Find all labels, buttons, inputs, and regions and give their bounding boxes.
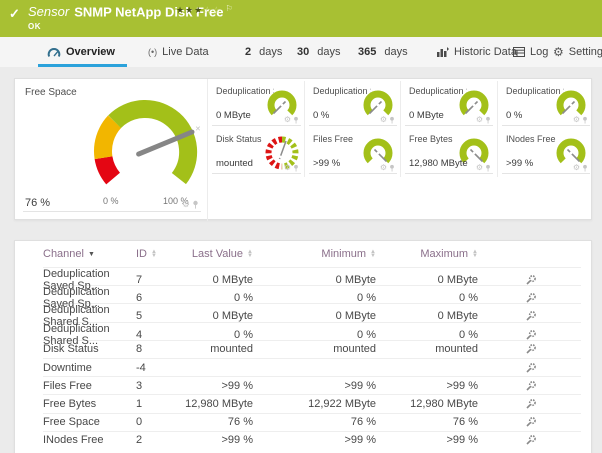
wrench-icon[interactable]: [525, 329, 537, 341]
column-header-channel[interactable]: Channel ▼: [43, 248, 136, 260]
pin-icon[interactable]: [389, 164, 395, 172]
gauge-settings-gear-icon[interactable]: ⚙: [573, 164, 580, 172]
table-row: Disk Status8 mountedmounted mounted: [43, 340, 581, 358]
log-table-icon: [513, 47, 525, 57]
mini-gauge-inodes-free[interactable]: INodes Free >99 % ⚙: [497, 129, 593, 177]
pin-icon[interactable]: [389, 116, 395, 124]
mini-gauge-disk-status[interactable]: Disk Status mounted ⚙: [208, 129, 304, 177]
gauge-current-value: 76 %: [25, 197, 50, 209]
table-row: Deduplication Saved Sp...7 0 MByte0 MByt…: [43, 267, 581, 285]
column-header-id[interactable]: ID ▲▼: [136, 248, 175, 260]
status-badge: OK: [28, 22, 41, 31]
table-row: Files Free3 >99 %>99 % >99 %: [43, 376, 581, 394]
pin-icon[interactable]: [485, 164, 491, 172]
table-row: Free Bytes1 12,980 MByte12,922 MByte 12,…: [43, 394, 581, 412]
divider: [23, 211, 201, 212]
column-header-last-value[interactable]: Last Value ▲▼: [175, 248, 253, 260]
tab-log[interactable]: Log: [513, 37, 548, 67]
table-row: Downtime-4: [43, 358, 581, 376]
mini-gauges-grid: Deduplication Saved S... 0 MByte ⚙ Dedup…: [208, 79, 593, 221]
mini-gauge-dedup-saved-pct[interactable]: Deduplication Saved S... 0 % ⚙: [304, 81, 400, 129]
pin-icon[interactable]: [293, 116, 299, 124]
gauge-scale-min: 0 %: [103, 196, 119, 206]
pin-icon[interactable]: [192, 200, 199, 209]
pin-icon[interactable]: [582, 116, 588, 124]
tab-2-days[interactable]: 2days: [245, 37, 282, 67]
tab-365-days[interactable]: 365days: [358, 37, 408, 67]
column-header-minimum[interactable]: Minimum ▲▼: [253, 248, 376, 260]
gauge-settings-gear-icon[interactable]: ⚙: [476, 164, 483, 172]
svg-text:✕: ✕: [195, 126, 201, 133]
column-header-maximum[interactable]: Maximum ▲▼: [376, 248, 478, 260]
sort-desc-icon: ▼: [88, 251, 95, 258]
live-broadcast-icon: (•): [148, 47, 157, 57]
sensor-header: ✓ SensorSNMP NetApp Disk Free⚐ ★★★☆☆ OK: [0, 0, 602, 37]
pin-icon[interactable]: [293, 164, 299, 172]
bar-chart-icon: [437, 47, 449, 57]
wrench-icon[interactable]: [525, 416, 537, 428]
mini-gauge-dedup-shared-bytes[interactable]: Deduplication Shared ... 0 MByte ⚙: [400, 81, 496, 129]
sort-icon: ▲▼: [472, 250, 478, 258]
wrench-icon[interactable]: [525, 380, 537, 392]
table-row: Deduplication Shared S...5 0 MByte0 MByt…: [43, 303, 581, 321]
wrench-icon[interactable]: [525, 434, 537, 446]
gauge-settings-gear-icon[interactable]: ⚙: [380, 116, 387, 124]
pin-icon[interactable]: [582, 164, 588, 172]
wrench-icon[interactable]: [525, 398, 537, 410]
tab-bar: Overview (•) Live Data 2days 30days 365d…: [0, 37, 602, 67]
gauge-settings-gear-icon[interactable]: ⚙: [380, 164, 387, 172]
mini-gauge-files-free[interactable]: Files Free >99 % ⚙: [304, 129, 400, 177]
sensor-kind-label: Sensor: [28, 4, 69, 19]
flag-icon: ⚐: [226, 4, 233, 13]
gauge-icon: [47, 47, 61, 58]
free-space-gauge-cell[interactable]: Free Space ✕ 76 % 0 % 100 % ⚙: [15, 79, 208, 221]
gauge-settings-gear-icon[interactable]: ⚙: [182, 200, 190, 209]
prtg-sensor-page: ✓ SensorSNMP NetApp Disk Free⚐ ★★★☆☆ OK …: [0, 0, 602, 453]
tab-settings[interactable]: ⚙ Settings: [553, 37, 602, 67]
pin-icon[interactable]: [485, 116, 491, 124]
table-row: INodes Free2 >99 %>99 % >99 %: [43, 431, 581, 449]
gauge-settings-gear-icon[interactable]: ⚙: [573, 116, 580, 124]
mini-gauge-dedup-saved-bytes[interactable]: Deduplication Saved S... 0 MByte ⚙: [208, 81, 304, 129]
gauges-panel: Free Space ✕ 76 % 0 % 100 % ⚙: [14, 78, 592, 220]
status-ok-check-icon: ✓: [9, 6, 20, 22]
gear-icon: ⚙: [553, 45, 564, 59]
gauge-settings-gear-icon[interactable]: ⚙: [284, 164, 291, 172]
sort-icon: ▲▼: [151, 250, 157, 258]
channels-table-panel: Channel ▼ ID ▲▼ Last Value ▲▼ Minimum ▲▼…: [14, 240, 592, 453]
mini-gauge-dedup-shared-pct[interactable]: Deduplication Shared ... 0 % ⚙: [497, 81, 593, 129]
wrench-icon[interactable]: [525, 274, 537, 286]
overview-content: Free Space ✕ 76 % 0 % 100 % ⚙: [0, 67, 602, 453]
wrench-icon[interactable]: [525, 343, 537, 355]
table-row: Deduplication Saved Sp...6 0 %0 % 0 %: [43, 285, 581, 303]
wrench-icon[interactable]: [525, 362, 537, 374]
gauge-settings-gear-icon[interactable]: ⚙: [284, 116, 291, 124]
priority-star-rating[interactable]: ★★★☆☆: [176, 5, 221, 16]
tab-30-days[interactable]: 30days: [297, 37, 341, 67]
table-header-row: Channel ▼ ID ▲▼ Last Value ▲▼ Minimum ▲▼…: [43, 241, 581, 267]
table-row: Deduplication Shared S...4 0 %0 % 0 %: [43, 322, 581, 340]
mini-gauge-free-bytes[interactable]: Free Bytes 12,980 MByte ⚙: [400, 129, 496, 177]
wrench-icon[interactable]: [525, 292, 537, 304]
tab-overview[interactable]: Overview: [47, 37, 115, 67]
wrench-icon[interactable]: [525, 310, 537, 322]
gauge-settings-gear-icon[interactable]: ⚙: [476, 116, 483, 124]
table-row: Free Space0 76 %76 % 76 %: [43, 413, 581, 431]
tab-historic-data[interactable]: Historic Data: [437, 37, 517, 67]
tab-live-data[interactable]: (•) Live Data: [148, 37, 209, 67]
